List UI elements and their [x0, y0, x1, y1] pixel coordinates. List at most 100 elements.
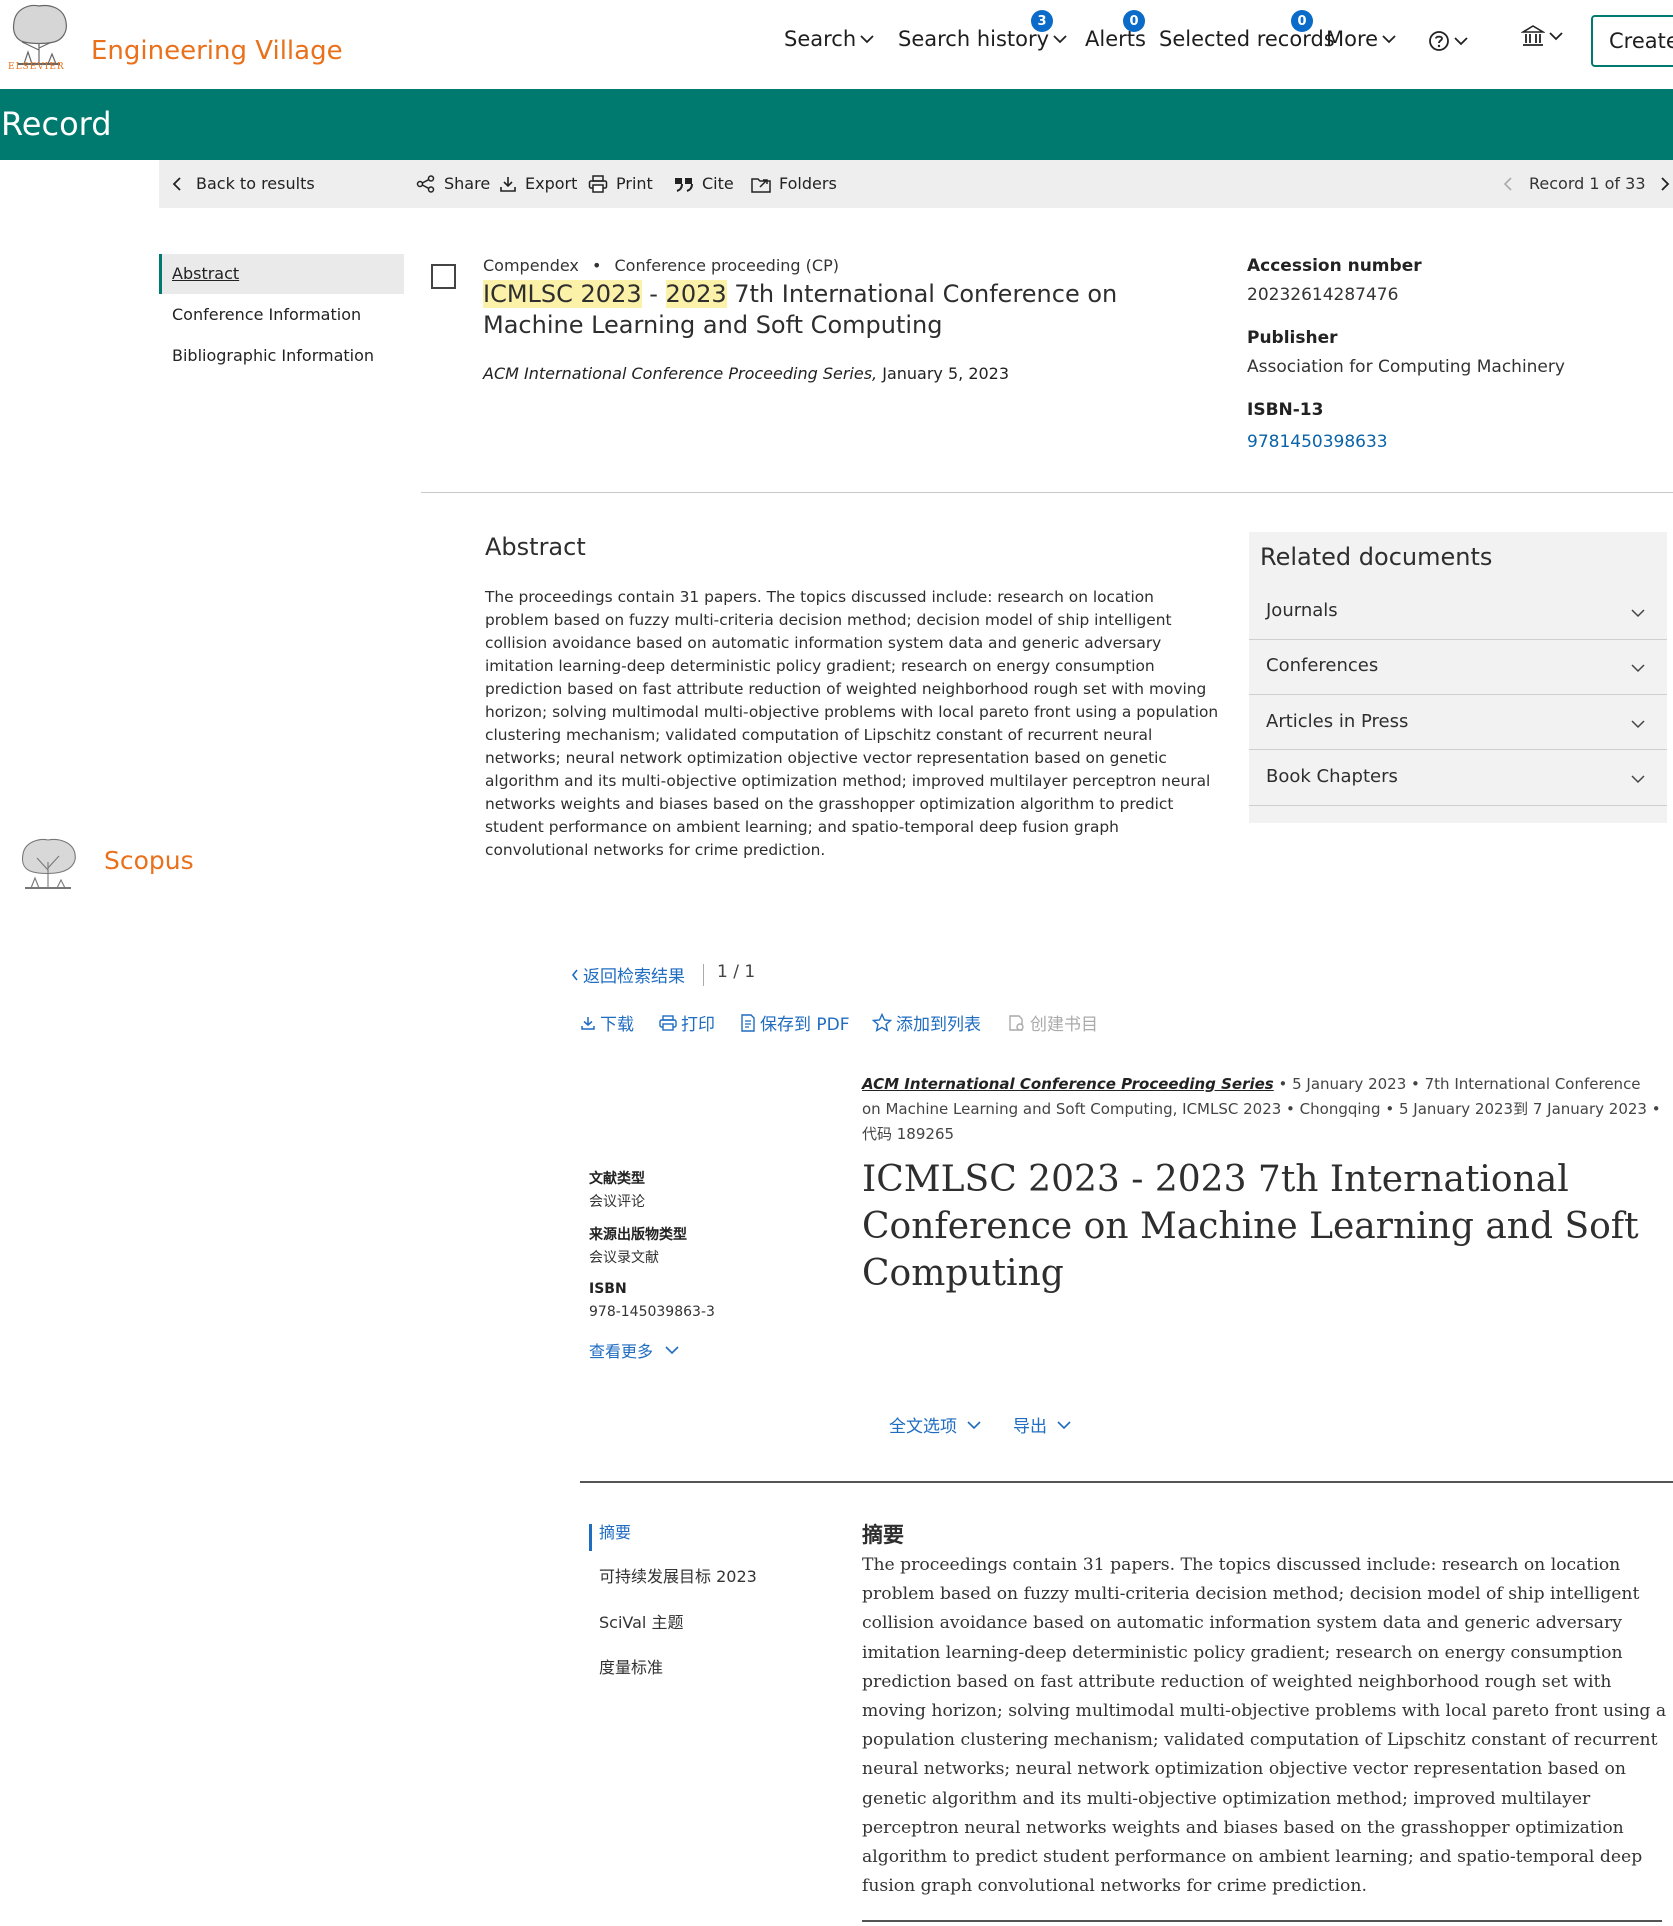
source-type-label: 来源出版物类型: [589, 1227, 687, 1243]
cite-button[interactable]: Cite: [674, 174, 734, 193]
pdf-icon: [740, 1013, 756, 1032]
record-counter: Record 1 of 33: [1529, 174, 1646, 193]
result-pager: 1 / 1: [717, 962, 756, 982]
download-label: 下载: [600, 1015, 634, 1035]
chevron-down-icon: [1549, 31, 1563, 41]
scopus-nav-sdg[interactable]: 可持续发展目标 2023: [599, 1563, 757, 1587]
elsevier-wordmark: ELSEVIER: [8, 62, 65, 72]
nav-search-history-label: Search history: [898, 27, 1050, 51]
nav-search[interactable]: Search: [784, 27, 874, 51]
download-icon: [580, 1015, 596, 1031]
nav-help[interactable]: [1428, 30, 1468, 52]
accession-number-value: 20232614287476: [1247, 285, 1399, 305]
chevron-down-icon: [967, 1420, 981, 1430]
pager-divider: [703, 964, 704, 986]
scopus-nav-scival-topics[interactable]: SciVal 主题: [599, 1609, 683, 1633]
left-nav-abstract[interactable]: Abstract: [172, 264, 239, 283]
scopus-export-dropdown[interactable]: 导出: [1013, 1412, 1071, 1437]
chevron-down-icon: [860, 34, 874, 44]
nav-search-label: Search: [784, 27, 857, 51]
section-divider: [862, 1920, 1662, 1922]
see-more-link[interactable]: 查看更多: [589, 1338, 679, 1362]
section-divider: [421, 492, 1673, 493]
folders-label: Folders: [779, 174, 837, 193]
publication-date: January 5, 2023: [877, 364, 1010, 383]
save-to-pdf-button[interactable]: 保存到 PDF: [740, 1010, 850, 1035]
record-toolbar: [159, 160, 1673, 208]
engineering-village-brand[interactable]: Engineering Village: [91, 36, 343, 66]
doc-type-value: 会议评论: [589, 1194, 645, 1210]
folders-button[interactable]: Folders: [751, 174, 837, 193]
download-button[interactable]: 下载: [580, 1010, 634, 1035]
chevron-down-icon: [1053, 34, 1067, 44]
bibliography-icon: [1008, 1014, 1026, 1032]
isbn13-link[interactable]: 9781450398633: [1247, 432, 1388, 452]
help-icon: [1428, 30, 1450, 52]
bullet-separator: •: [591, 256, 602, 275]
elsevier-logo[interactable]: [17, 836, 79, 892]
nav-more[interactable]: More: [1326, 27, 1396, 51]
isbn13-label: ISBN-13: [1247, 400, 1324, 420]
left-nav-conference-information[interactable]: Conference Information: [172, 305, 361, 324]
source-type-value: 会议录文献: [589, 1250, 659, 1266]
title-highlight-2: 2023: [665, 280, 727, 308]
nav-selected-records-label: Selected records: [1159, 27, 1335, 51]
series-name: ACM International Conference Proceeding …: [483, 364, 878, 383]
title-separator: -: [641, 280, 666, 308]
record-series-line: ACM International Conference Proceeding …: [483, 364, 1009, 383]
quote-icon: [674, 176, 694, 192]
share-icon: [416, 174, 436, 193]
cite-label: Cite: [702, 174, 734, 193]
alerts-badge: 0: [1123, 10, 1145, 32]
share-button[interactable]: Share: [416, 174, 490, 193]
record-bar: [0, 89, 1673, 160]
section-divider: [580, 1481, 1673, 1483]
scopus-nav-abstract[interactable]: 摘要: [599, 1519, 631, 1543]
back-to-results-label: Back to results: [196, 174, 315, 193]
chevron-left-icon: [172, 176, 182, 192]
scopus-print-button[interactable]: 打印: [659, 1010, 715, 1035]
chevron-right-icon[interactable]: [1660, 176, 1670, 192]
chevron-down-icon: [1630, 719, 1646, 729]
create-bibliography-button[interactable]: 创建书目: [1008, 1010, 1098, 1035]
export-button[interactable]: Export: [499, 174, 577, 193]
title-highlight-1: ICMLSC 2023: [483, 280, 642, 308]
chevron-down-icon: [1454, 36, 1468, 46]
page-title: Record: [1, 105, 112, 143]
scopus-isbn-value: 978-145039863-3: [589, 1304, 715, 1320]
nav-more-label: More: [1326, 27, 1379, 51]
scopus-abstract-heading: 摘要: [862, 1523, 904, 1547]
share-label: Share: [444, 174, 491, 193]
left-nav-bibliographic-information[interactable]: Bibliographic Information: [172, 346, 374, 365]
abstract-heading: Abstract: [485, 533, 586, 561]
chevron-down-icon: [665, 1345, 679, 1355]
print-button[interactable]: Print: [588, 174, 653, 193]
publisher-label: Publisher: [1247, 328, 1338, 348]
record-title[interactable]: ICMLSC 2023 - 2023 7th International Con…: [483, 279, 1183, 341]
record-pager: Record 1 of 33: [1503, 174, 1670, 193]
record-select-checkbox[interactable]: [431, 264, 456, 289]
scopus-isbn-label: ISBN: [589, 1281, 627, 1297]
record-source-line: Compendex • Conference proceeding (CP): [483, 256, 839, 275]
print-icon: [659, 1014, 677, 1031]
chevron-left-icon[interactable]: [1503, 176, 1513, 192]
related-journals-label: Journals: [1266, 600, 1338, 621]
print-label: Print: [616, 174, 653, 193]
scopus-document-title: ICMLSC 2023 - 2023 7th International Con…: [862, 1159, 1639, 1294]
fulltext-options-label: 全文选项: [889, 1417, 957, 1437]
scopus-series-link[interactable]: ACM International Conference Proceeding …: [862, 1075, 1274, 1093]
scopus-print-label: 打印: [681, 1015, 715, 1035]
nav-selected-records[interactable]: Selected records: [1159, 27, 1335, 51]
back-to-search-results-link[interactable]: 返回检索结果: [571, 962, 685, 987]
scopus-brand[interactable]: Scopus: [104, 846, 194, 875]
fulltext-options-dropdown[interactable]: 全文选项: [889, 1412, 981, 1437]
create-button[interactable]: Create: [1591, 15, 1673, 67]
related-book-chapters-label: Book Chapters: [1266, 766, 1398, 787]
related-articles-in-press-label: Articles in Press: [1266, 711, 1409, 732]
scopus-nav-metrics[interactable]: 度量标准: [599, 1654, 663, 1678]
chevron-down-icon: [1382, 34, 1396, 44]
nav-institution[interactable]: [1521, 24, 1563, 48]
back-to-results-button[interactable]: Back to results: [172, 174, 315, 193]
add-to-list-button[interactable]: 添加到列表: [872, 1010, 981, 1035]
create-bibliography-label: 创建书目: [1030, 1015, 1098, 1035]
